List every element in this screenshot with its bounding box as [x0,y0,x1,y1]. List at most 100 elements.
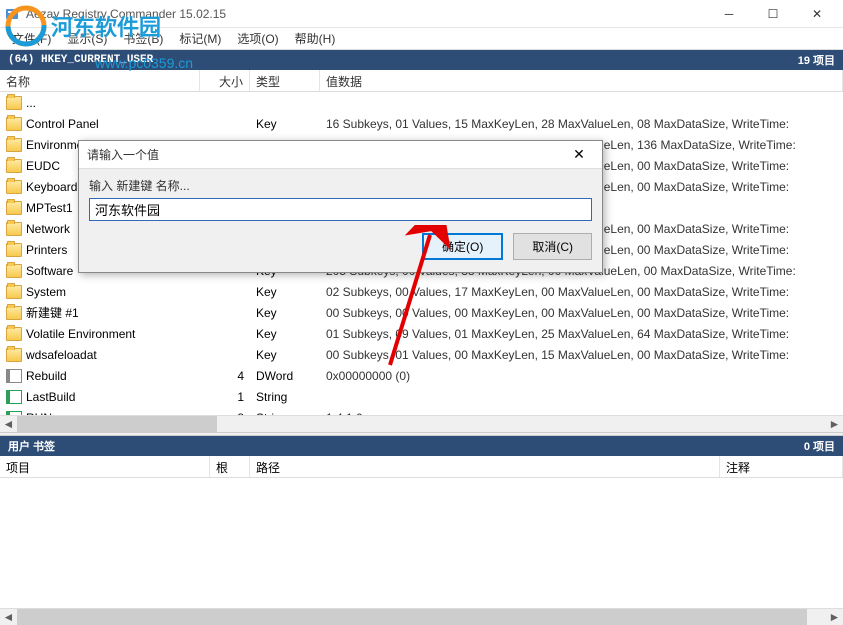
dialog-input[interactable] [89,198,592,221]
row-name: Network [26,222,70,236]
table-row[interactable]: ... [0,92,843,113]
col-data[interactable]: 值数据 [320,70,843,91]
row-name: wdsafeloadat [26,348,97,362]
dialog-label: 输入 新建键 名称... [89,177,592,194]
row-name: Software [26,264,73,278]
folder-icon [6,327,22,341]
table-row[interactable]: LastBuild 1String [0,386,843,407]
scrollbar-horizontal-2[interactable]: ◄ ► [0,608,843,625]
row-name: Control Panel [26,117,99,131]
row-data [320,395,843,399]
bookmark-path: 用户 书签 [8,438,804,454]
folder-icon [6,306,22,320]
col-name[interactable]: 名称 [0,70,200,91]
table-row[interactable]: Control Panel Key16 Subkeys, 01 Values, 1… [0,113,843,134]
scroll-thumb[interactable] [17,609,807,625]
window-title: Aezay Registry Commander 15.02.15 [26,7,707,21]
row-size [200,290,250,294]
cancel-button[interactable]: 取消(C) [513,233,592,260]
row-name: Rebuild [26,369,67,383]
row-type: Key [250,115,320,133]
row-data: 0x00000000 (0) [320,367,843,385]
folder-icon [6,348,22,362]
row-data [320,101,843,105]
row-type: Key [250,304,320,322]
row-name: MPTest1 [26,201,73,215]
row-type: Key [250,325,320,343]
menubar: 文件(F) 显示(S) 书签(B) 标记(M) 选项(O) 帮助(H) [0,28,843,50]
menu-options[interactable]: 选项(O) [229,28,286,49]
menu-mark[interactable]: 标记(M) [171,28,229,49]
menu-help[interactable]: 帮助(H) [287,28,344,49]
table-row[interactable]: SystemKey02 Subkeys, 00 Values, 17 MaxKe… [0,281,843,302]
row-type [250,101,320,105]
scroll-left-icon[interactable]: ◄ [0,609,17,625]
row-size [200,122,250,126]
row-data: 16 Subkeys, 01 Values, 15 MaxKeyLen, 28 … [320,115,843,133]
bookmark-header: 项目 根 路径 注释 [0,456,843,478]
file-icon [6,390,22,404]
row-name: System [26,285,66,299]
row-name: LastBuild [26,390,75,404]
registry-path-bar: (64) HKEY_CURRENT_USER 19 项目 [0,50,843,70]
item-count: 19 项目 [798,52,835,68]
scroll-right-icon[interactable]: ► [826,416,843,432]
table-row[interactable]: wdsafeloadat Key00 Subkeys, 01 Values, 00… [0,344,843,365]
titlebar: Aezay Registry Commander 15.02.15 ─ ☐ ✕ [0,0,843,28]
ok-button[interactable]: 确定(O) [422,233,503,260]
row-size [200,332,250,336]
row-data: 00 Subkeys, 01 Values, 00 MaxKeyLen, 15 … [320,346,843,364]
col-path[interactable]: 路径 [250,456,720,477]
row-size [200,311,250,315]
folder-icon [6,138,22,152]
folder-icon [6,96,22,110]
row-size: 4 [200,367,250,385]
row-name: 新建键 #1 [26,304,79,321]
bookmark-count: 0 项目 [804,438,835,454]
folder-icon [6,222,22,236]
folder-icon [6,117,22,131]
scroll-thumb[interactable] [17,416,217,432]
file-icon [6,369,22,383]
row-size: 1 [200,388,250,406]
row-type: Key [250,346,320,364]
scroll-right-icon[interactable]: ► [826,609,843,625]
row-name: Volatile Environment [26,327,135,341]
row-name: ... [26,96,36,110]
row-name: Printers [26,243,67,257]
app-icon [4,6,20,22]
col-item[interactable]: 项目 [0,456,210,477]
menu-file[interactable]: 文件(F) [4,28,59,49]
close-button[interactable]: ✕ [795,0,839,28]
col-root[interactable]: 根 [210,456,250,477]
row-type: DWord [250,367,320,385]
minimize-button[interactable]: ─ [707,0,751,28]
row-name: EUDC [26,159,60,173]
row-type: String [250,388,320,406]
dialog-titlebar: 请输入一个值 ✕ [79,141,602,169]
folder-icon [6,180,22,194]
row-size [200,353,250,357]
table-row[interactable]: Rebuild 4DWord0x00000000 (0) [0,365,843,386]
maximize-button[interactable]: ☐ [751,0,795,28]
table-row[interactable]: RUN8String1.4.1.0 [0,407,843,415]
bookmark-list[interactable] [0,478,843,608]
bookmark-path-bar: 用户 书签 0 项目 [0,436,843,456]
list-header: 名称 大小 类型 值数据 [0,70,843,92]
dialog-title: 请输入一个值 [87,146,564,163]
input-dialog: 请输入一个值 ✕ 输入 新建键 名称... 确定(O) 取消(C) [78,140,603,273]
col-size[interactable]: 大小 [200,70,250,91]
folder-icon [6,264,22,278]
scroll-left-icon[interactable]: ◄ [0,416,17,432]
menu-view[interactable]: 显示(S) [59,28,115,49]
scrollbar-horizontal[interactable]: ◄ ► [0,415,843,432]
row-data: 00 Subkeys, 00 Values, 00 MaxKeyLen, 00 … [320,304,843,322]
folder-icon [6,243,22,257]
col-comment[interactable]: 注释 [720,456,843,477]
table-row[interactable]: 新建键 #1 Key00 Subkeys, 00 Values, 00 MaxKe… [0,302,843,323]
table-row[interactable]: Volatile EnvironmentKey01 Subkeys, 09 Va… [0,323,843,344]
col-type[interactable]: 类型 [250,70,320,91]
menu-bookmark[interactable]: 书签(B) [115,28,171,49]
dialog-close-button[interactable]: ✕ [564,146,594,163]
folder-icon [6,285,22,299]
